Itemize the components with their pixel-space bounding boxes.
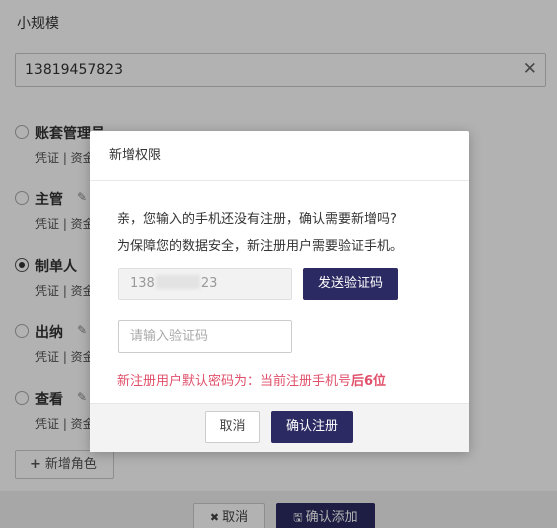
masked-digits (155, 275, 200, 289)
dialog-cancel-button[interactable]: 取消 (205, 411, 260, 443)
dialog-message-2: 为保障您的数据安全，新注册用户需要验证手机。 (117, 239, 404, 254)
send-code-button[interactable]: 发送验证码 (303, 268, 398, 300)
verification-code-input[interactable] (118, 320, 292, 353)
default-password-notice: 新注册用户默认密码为：当前注册手机号后6位 (117, 370, 386, 389)
dialog-footer: 取消 确认注册 (90, 403, 469, 452)
confirm-register-button[interactable]: 确认注册 (271, 411, 353, 443)
dialog-message-1: 亲，您输入的手机还没有注册，确认需要新增吗? (117, 212, 397, 227)
phone-readonly-field: 138 23 (118, 268, 292, 300)
phone-suffix: 23 (200, 276, 218, 291)
dialog-title: 新增权限 (90, 131, 469, 181)
notice-emphasis: 后6位 (351, 374, 387, 389)
phone-prefix: 138 (130, 276, 155, 291)
notice-text: 新注册用户默认密码为：当前注册手机号 (117, 374, 352, 389)
add-permission-dialog: 新增权限 亲，您输入的手机还没有注册，确认需要新增吗? 为保障您的数据安全，新注… (90, 131, 469, 452)
